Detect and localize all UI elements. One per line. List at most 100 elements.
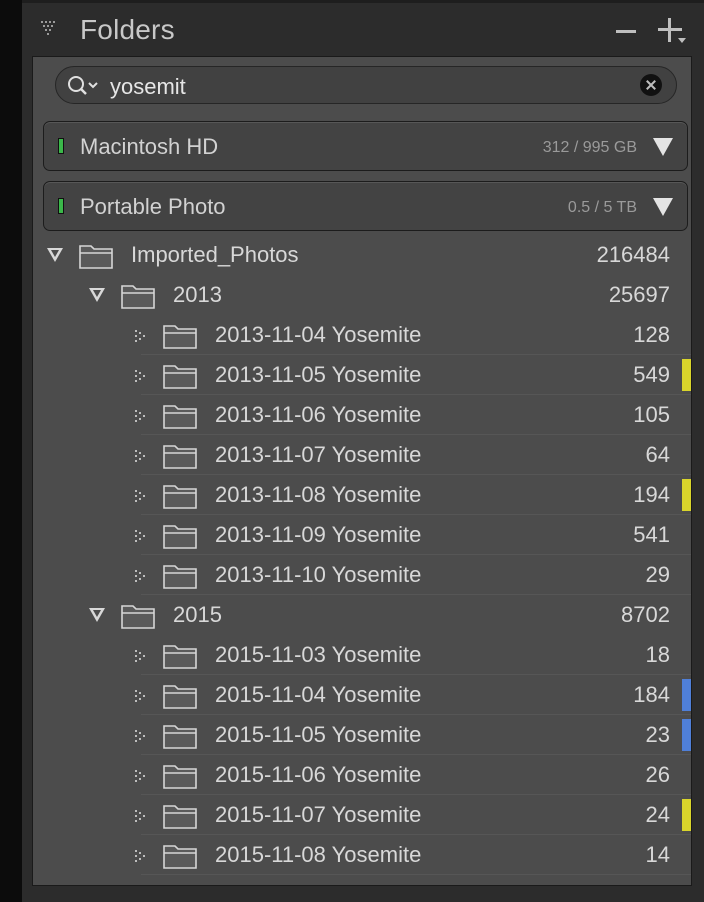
folder-name: 2013-11-10 Yosemite [215, 562, 422, 587]
expanded-disclosure-icon[interactable] [47, 248, 63, 262]
photo-count: 29 [645, 562, 670, 587]
search-input[interactable]: yosemit [110, 74, 186, 100]
photo-count: 549 [633, 362, 670, 387]
folder-icon [163, 403, 197, 429]
collapsed-disclosure-icon[interactable] [135, 689, 149, 702]
folder-name: Imported_Photos [131, 242, 299, 267]
folder-row[interactable]: 2015-11-08 Yosemite 14 [33, 835, 691, 875]
folder-icon [163, 763, 197, 789]
folder-icon [163, 843, 197, 869]
photo-count: 24 [645, 802, 670, 827]
folder-name: 2013-11-04 Yosemite [215, 322, 422, 347]
folder-icon [121, 283, 155, 309]
collapsed-disclosure-icon[interactable] [135, 529, 149, 542]
folder-icon [163, 483, 197, 509]
photo-count: 105 [633, 402, 670, 427]
collapsed-disclosure-icon[interactable] [135, 449, 149, 462]
collapsed-disclosure-icon[interactable] [135, 569, 149, 582]
panel-title: Folders [80, 14, 175, 45]
folder-name: 2015 [173, 602, 222, 627]
volume-disclosure-icon[interactable] [653, 138, 673, 156]
color-label-marker [682, 479, 691, 511]
folder-icon [163, 803, 197, 829]
root-folder-row[interactable]: Imported_Photos 216484 [33, 235, 691, 275]
photo-count: 194 [633, 482, 670, 507]
folder-row[interactable]: 2013-11-06 Yosemite 105 [33, 395, 691, 435]
folder-row[interactable]: 2013-11-09 Yosemite 541 [33, 515, 691, 555]
photo-count: 18 [645, 642, 670, 667]
color-label-marker [682, 799, 691, 831]
photo-count: 541 [633, 522, 670, 547]
color-label-marker [682, 679, 691, 711]
folder-row[interactable]: 2015-11-03 Yosemite 18 [33, 635, 691, 675]
color-label-marker [682, 359, 691, 391]
folder-name: 2015-11-08 Yosemite [215, 842, 422, 867]
volume-name: Macintosh HD [80, 134, 219, 159]
folders-panel-header[interactable]: Folders [22, 0, 704, 60]
volume-portable-photo[interactable]: Portable Photo 0.5 / 5 TB [43, 181, 688, 231]
folder-row[interactable]: 2013-11-05 Yosemite 549 [33, 355, 691, 395]
folder-icon [163, 643, 197, 669]
volume-disclosure-icon[interactable] [653, 198, 673, 216]
panel-collapse-icon[interactable] [40, 20, 58, 36]
photo-count: 25697 [608, 282, 670, 307]
year-folder-row[interactable]: 2013 25697 [33, 275, 691, 315]
folder-name: 2015-11-03 Yosemite [215, 642, 422, 667]
folder-row[interactable]: 2013-11-10 Yosemite 29 [33, 555, 691, 595]
search-icon[interactable] [66, 75, 102, 97]
folder-row[interactable]: 2013-11-08 Yosemite 194 [33, 475, 691, 515]
collapsed-disclosure-icon[interactable] [135, 809, 149, 822]
collapsed-disclosure-icon[interactable] [135, 729, 149, 742]
folder-icon [163, 723, 197, 749]
window-edge [0, 0, 22, 902]
folder-icon [163, 523, 197, 549]
volume-name: Portable Photo [80, 194, 226, 219]
expanded-disclosure-icon[interactable] [89, 288, 105, 302]
collapsed-disclosure-icon[interactable] [135, 369, 149, 382]
remove-folder-button[interactable] [616, 30, 636, 33]
folder-name: 2015-11-06 Yosemite [215, 762, 422, 787]
folder-icon [163, 323, 197, 349]
collapsed-disclosure-icon[interactable] [135, 849, 149, 862]
photo-count: 64 [645, 442, 670, 467]
collapsed-disclosure-icon[interactable] [135, 649, 149, 662]
folder-name: 2013 [173, 282, 222, 307]
folder-name: 2013-11-06 Yosemite [215, 402, 422, 427]
photo-count: 26 [645, 762, 670, 787]
folders-panel-body: yosemit Macintosh HD 312 / 995 GB Portab… [32, 56, 692, 886]
clear-search-icon[interactable] [640, 74, 662, 96]
folder-row[interactable]: 2015-11-05 Yosemite 23 [33, 715, 691, 755]
folder-icon [163, 563, 197, 589]
photo-count: 8702 [621, 602, 670, 627]
expanded-disclosure-icon[interactable] [89, 608, 105, 622]
folder-name: 2013-11-07 Yosemite [215, 442, 422, 467]
folder-search-field[interactable]: yosemit [55, 66, 677, 104]
volume-status-light [58, 138, 64, 154]
folder-row[interactable]: 2015-11-07 Yosemite 24 [33, 795, 691, 835]
add-folder-menu-icon[interactable] [678, 38, 686, 43]
folder-name: 2015-11-07 Yosemite [215, 802, 422, 827]
row-divider [141, 874, 691, 875]
folder-row[interactable]: 2013-11-07 Yosemite 64 [33, 435, 691, 475]
folder-row[interactable]: 2015-11-06 Yosemite 26 [33, 755, 691, 795]
photo-count: 184 [633, 682, 670, 707]
folder-row[interactable]: 2015-11-04 Yosemite 184 [33, 675, 691, 715]
collapsed-disclosure-icon[interactable] [135, 769, 149, 782]
folder-row[interactable]: 2013-11-04 Yosemite 128 [33, 315, 691, 355]
folder-icon [163, 683, 197, 709]
folder-icon [163, 363, 197, 389]
folder-name: 2015-11-04 Yosemite [215, 682, 422, 707]
collapsed-disclosure-icon[interactable] [135, 409, 149, 422]
volume-status-light [58, 198, 64, 214]
color-label-marker [682, 719, 691, 751]
photo-count: 216484 [596, 242, 670, 267]
collapsed-disclosure-icon[interactable] [135, 329, 149, 342]
year-folder-row[interactable]: 2015 8702 [33, 595, 691, 635]
collapsed-disclosure-icon[interactable] [135, 489, 149, 502]
folder-icon [163, 443, 197, 469]
photo-count: 128 [633, 322, 670, 347]
folder-name: 2015-11-05 Yosemite [215, 722, 422, 747]
volume-usage: 312 / 995 GB [542, 139, 637, 156]
folders-panel: Folders yosemit Macintosh HD 312 / 995 G… [22, 0, 704, 902]
volume-macintosh-hd[interactable]: Macintosh HD 312 / 995 GB [43, 121, 688, 171]
